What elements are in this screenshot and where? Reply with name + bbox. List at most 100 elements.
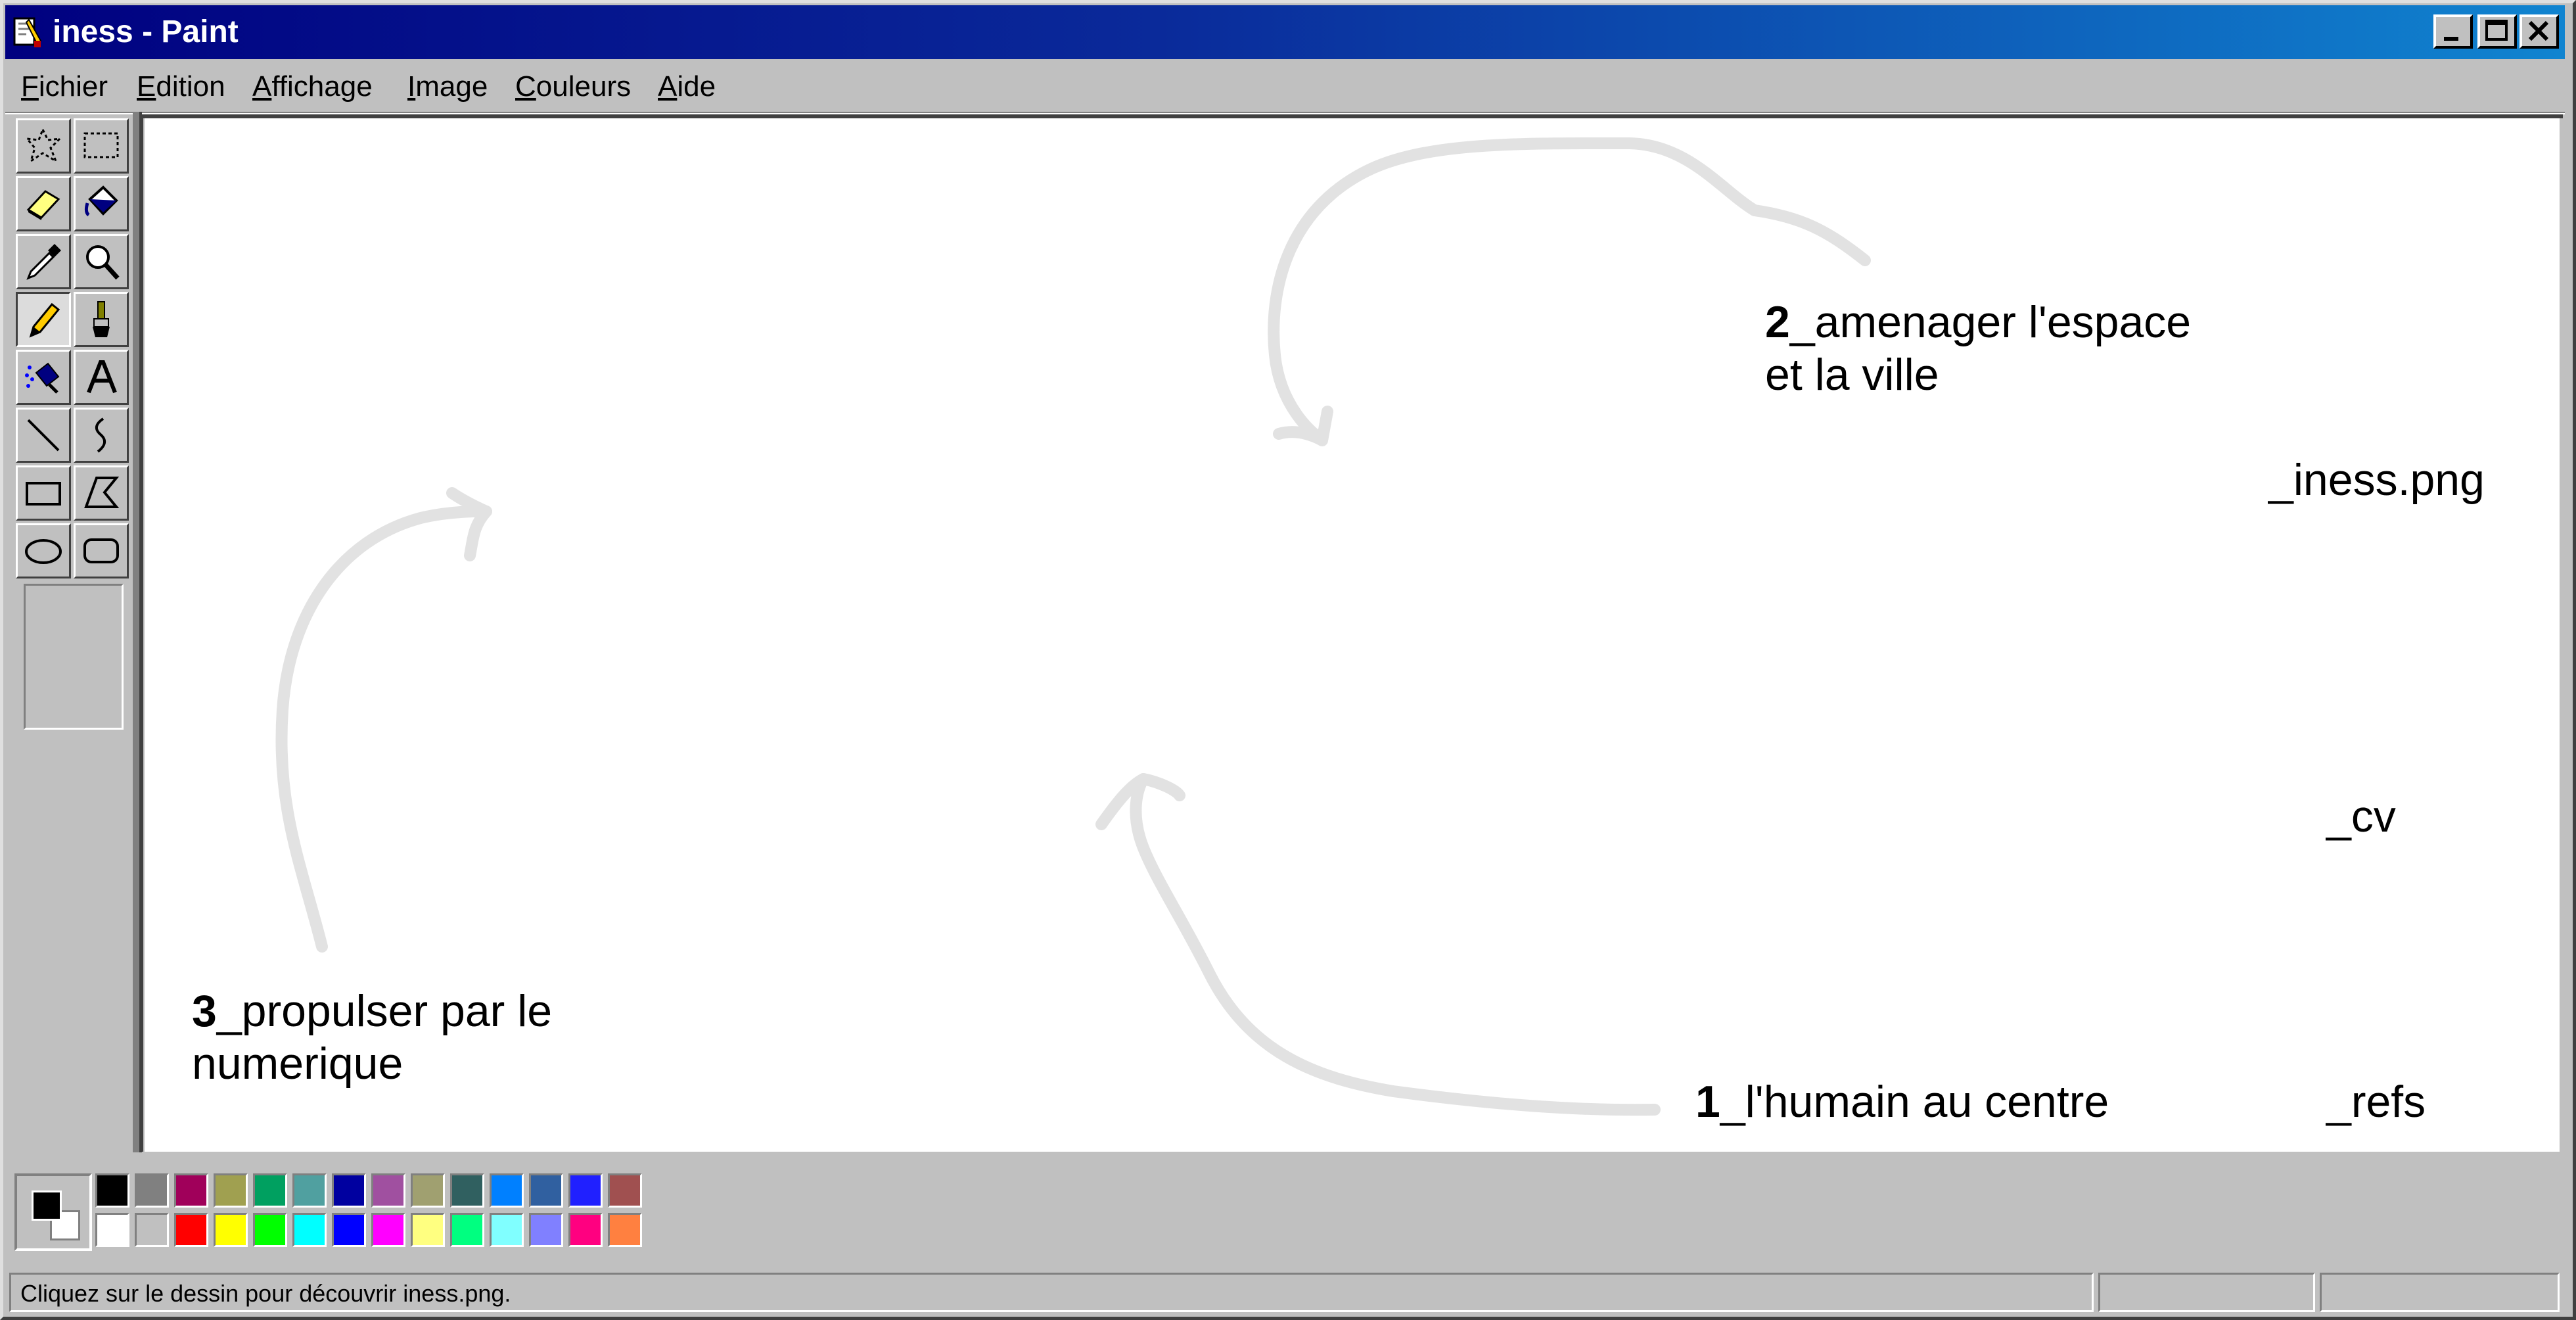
palette-color-swatch[interactable] (608, 1213, 642, 1247)
airbrush-icon (25, 362, 60, 394)
tool-pencil[interactable] (16, 292, 71, 347)
color-box (5, 1154, 2565, 1269)
palette-color-swatch[interactable] (490, 1213, 524, 1247)
palette-color-swatch[interactable] (490, 1173, 524, 1208)
tool-airbrush[interactable] (16, 350, 71, 405)
maximize-icon (2485, 20, 2508, 41)
close-icon (2528, 20, 2549, 41)
maximize-button[interactable] (2477, 14, 2517, 49)
palette-color-swatch[interactable] (371, 1213, 405, 1247)
status-message: Cliquez sur le dessin pour découvrir ine… (20, 1280, 511, 1307)
tool-magnifier[interactable] (74, 234, 129, 289)
tool-fill[interactable] (74, 176, 129, 231)
close-button[interactable] (2519, 14, 2559, 49)
status-position-panel (2098, 1273, 2315, 1312)
drawing-canvas[interactable]: 2_amenager l'espace et la ville _iness.p… (145, 118, 2560, 1152)
pencil-icon (29, 302, 60, 338)
palette-color-swatch[interactable] (529, 1213, 563, 1247)
palette-color-swatch[interactable] (371, 1173, 405, 1208)
menu-couleurs[interactable]: Couleurs (515, 67, 631, 106)
tool-eraser[interactable] (16, 176, 71, 231)
magnifier-icon (86, 245, 120, 280)
label-1[interactable]: 1_l'humain au centre (1695, 1075, 2109, 1128)
palette-color-swatch[interactable] (174, 1213, 208, 1247)
text-icon (87, 360, 117, 394)
palette-color-swatch[interactable] (529, 1173, 563, 1208)
link-refs[interactable]: _refs (2326, 1075, 2426, 1128)
tool-line[interactable] (16, 408, 71, 463)
label-3-number: 3 (192, 986, 217, 1036)
palette-color-swatch[interactable] (292, 1173, 327, 1208)
free-select-icon (24, 127, 63, 164)
palette-color-swatch[interactable] (174, 1173, 208, 1208)
palette-color-swatch[interactable] (568, 1173, 603, 1208)
label-1-text: _l'humain au centre (1720, 1077, 2109, 1127)
paint-app-icon[interactable] (12, 14, 43, 50)
window-title: iness - Paint (53, 14, 239, 49)
menu-edition[interactable]: Edition (137, 67, 225, 106)
label-1-number: 1 (1695, 1077, 1720, 1127)
palette-color-swatch[interactable] (332, 1173, 366, 1208)
palette-color-swatch[interactable] (253, 1213, 287, 1247)
palette-color-swatch[interactable] (450, 1213, 484, 1247)
arrow-left (275, 505, 492, 953)
palette-color-swatch[interactable] (214, 1173, 248, 1208)
tool-pick-color[interactable] (16, 234, 71, 289)
minimize-button[interactable] (2433, 14, 2473, 49)
rectangle-icon (26, 482, 61, 506)
palette-color-swatch[interactable] (135, 1213, 169, 1247)
tool-curve[interactable] (74, 408, 129, 463)
tool-polygon[interactable] (74, 465, 129, 521)
palette-color-swatch[interactable] (568, 1213, 603, 1247)
tool-options-box[interactable] (24, 584, 124, 730)
current-colors (14, 1173, 92, 1251)
palette-color-swatch[interactable] (214, 1213, 248, 1247)
line-icon (27, 419, 60, 452)
minimize-icon (2444, 37, 2458, 41)
tool-free-form-select[interactable] (16, 118, 71, 174)
label-2-line2[interactable]: et la ville (1765, 348, 1939, 401)
ellipse-icon (25, 539, 62, 564)
palette-color-swatch[interactable] (411, 1173, 445, 1208)
label-3-line2[interactable]: numerique (192, 1037, 403, 1090)
title-bar[interactable]: iness - Paint (5, 5, 2565, 59)
palette-color-swatch[interactable] (253, 1173, 287, 1208)
palette-color-swatch[interactable] (292, 1213, 327, 1247)
palette-color-swatch[interactable] (332, 1213, 366, 1247)
status-size-panel (2320, 1273, 2560, 1312)
palette-color-swatch[interactable] (411, 1213, 445, 1247)
fill-bucket-icon (84, 185, 118, 217)
menu-image[interactable]: Image (407, 67, 488, 106)
label-2-number: 2 (1765, 297, 1790, 347)
palette-color-swatch[interactable] (95, 1213, 129, 1247)
link-cv[interactable]: _cv (2326, 790, 2396, 843)
link-iness-png[interactable]: _iness.png (2268, 454, 2485, 506)
polygon-icon (84, 477, 120, 508)
brush-icon (93, 301, 110, 337)
rect-select-icon (83, 132, 119, 158)
menu-bar: Fichier Edition Affichage Image Couleurs… (5, 60, 2565, 113)
palette-color-swatch[interactable] (608, 1173, 642, 1208)
tool-text[interactable] (74, 350, 129, 405)
tool-brush[interactable] (74, 292, 129, 347)
curve-icon (95, 417, 106, 453)
arrowhead-left (446, 487, 492, 561)
status-bar: Cliquez sur le dessin pour découvrir ine… (5, 1270, 2565, 1315)
menu-aide[interactable]: Aide (658, 67, 716, 106)
foreground-color (32, 1190, 62, 1221)
menu-affichage[interactable]: Affichage (252, 67, 373, 106)
arrow-bottom (1130, 773, 1661, 1116)
tool-ellipse[interactable] (16, 523, 71, 578)
eraser-icon (26, 190, 60, 220)
label-2[interactable]: 2_amenager l'espace (1765, 296, 2191, 348)
tool-select[interactable] (74, 118, 129, 174)
palette-color-swatch[interactable] (450, 1173, 484, 1208)
tool-rectangle[interactable] (16, 465, 71, 521)
color-picker-icon (26, 244, 61, 280)
palette-color-swatch[interactable] (95, 1173, 129, 1208)
rounded-rect-icon (83, 538, 119, 563)
menu-fichier[interactable]: Fichier (21, 67, 108, 106)
label-3[interactable]: 3_propulser par le (192, 985, 552, 1037)
tool-rounded-rectangle[interactable] (74, 523, 129, 578)
palette-color-swatch[interactable] (135, 1173, 169, 1208)
